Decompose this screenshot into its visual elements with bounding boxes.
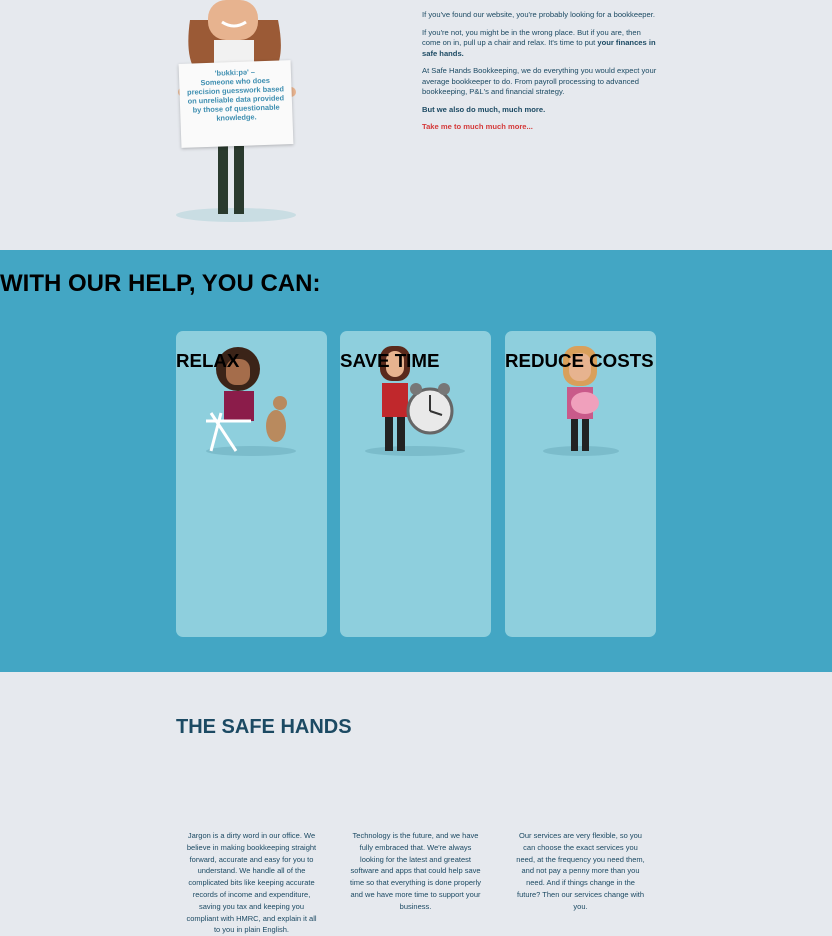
card-relax-title-text: RELAX: [176, 349, 240, 371]
intro-paragraph-3: At Safe Hands Bookkeeping, we do everyth…: [422, 66, 657, 96]
intro-section: [0, 0, 832, 250]
intro-text: If you've found our website, you're prob…: [422, 10, 660, 140]
card-reduce-costs: [505, 331, 656, 637]
card-reduce-costs-title: REDUCE COSTS: [505, 350, 656, 372]
intro-paragraph-4-bold: But we also do much, much more.: [422, 104, 546, 114]
card-save-time-text: Technology is the future, and we have fu…: [350, 831, 481, 911]
card-relax-text: Jargon is a dirty word in our office. We…: [186, 831, 317, 935]
help-title-text: WITH OUR HELP, YOU CAN:: [0, 269, 321, 297]
card-relax: [176, 331, 327, 637]
card-reduce-costs-text: Our services are very flexible, so you c…: [516, 831, 645, 911]
intro-paragraph-4: But we also do much, much more.: [422, 105, 660, 116]
card-save-time-title-text: SAVE TIME: [340, 349, 440, 371]
more-link[interactable]: Take me to much much more...: [422, 122, 533, 131]
intro-more-link-wrap: Take me to much much more...: [422, 122, 660, 133]
safe-hands-title: THE SAFE HANDS: [176, 716, 352, 739]
intro-paragraph-2: If you're not, you might be in the wrong…: [422, 28, 660, 60]
card-relax-title: RELAX: [176, 350, 327, 372]
card-save-time: [340, 331, 491, 637]
safe-hands-section: [0, 672, 832, 724]
sign-definition: Someone who does precision guesswork bas…: [186, 75, 285, 123]
intro-paragraph-1: If you've found our website, you're prob…: [422, 10, 655, 19]
definition-sign: 'bʊkkiːpə' – Someone who does precision …: [178, 60, 294, 148]
help-title: WITH OUR HELP, YOU CAN:: [0, 270, 832, 298]
card-save-time-title: SAVE TIME: [340, 350, 491, 372]
safe-hands-title-text: THE SAFE HANDS: [176, 716, 352, 738]
card-reduce-costs-title-text: REDUCE COSTS: [505, 349, 654, 371]
